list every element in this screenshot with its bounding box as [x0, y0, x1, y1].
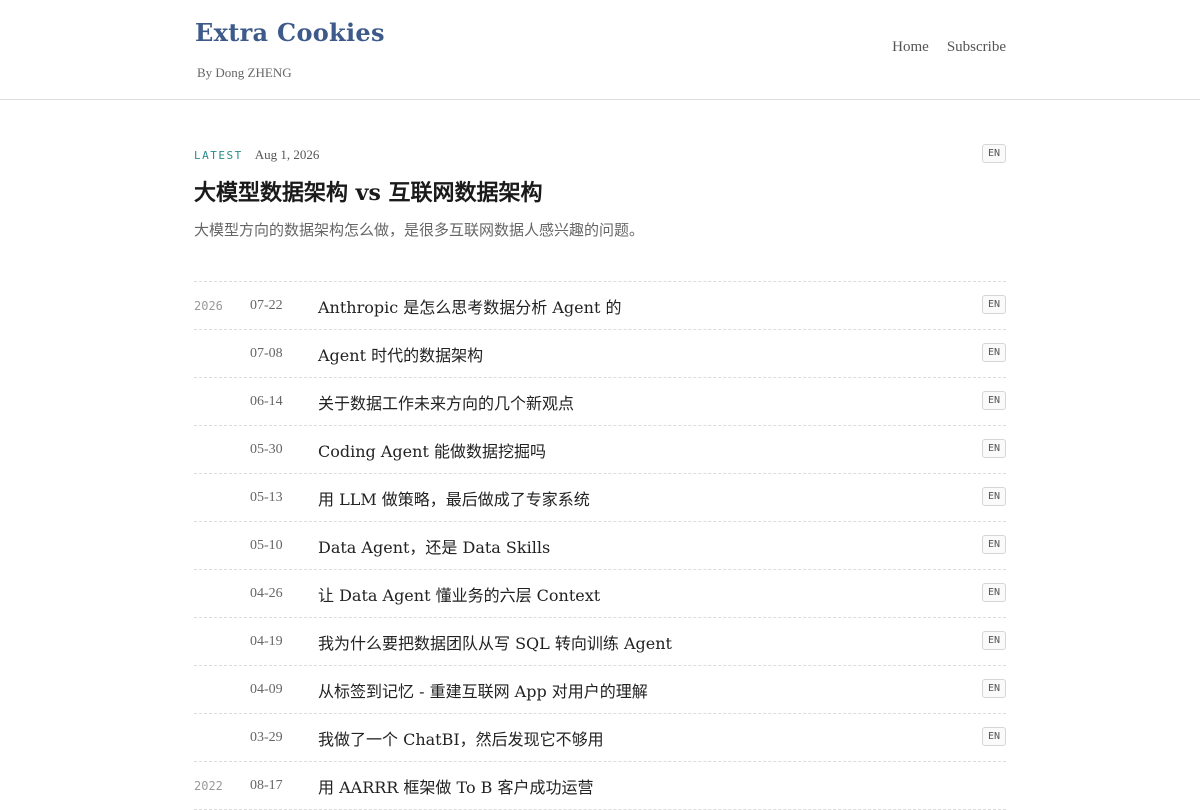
post-date: 05-30: [250, 441, 283, 457]
post-lang-badge[interactable]: EN: [981, 391, 1006, 410]
post-row[interactable]: 05-13 用 LLM 做策略，最后做成了专家系统 EN: [194, 474, 1006, 522]
post-list: 2026 07-22 Anthropic 是怎么思考数据分析 Agent 的 EN 07…: [194, 281, 1006, 810]
featured-date: Aug 1, 2026: [254, 147, 320, 162]
post-title-link[interactable]: Anthropic 是怎么思考数据分析 Agent 的: [318, 294, 621, 318]
post-title-link[interactable]: 让 Data Agent 懂业务的六层 Context: [318, 582, 600, 606]
post-title-link[interactable]: Agent 时代的数据架构: [318, 342, 483, 366]
post-lang-badge[interactable]: EN: [981, 583, 1006, 602]
featured-subtitle: 大模型方向的数据架构怎么做，是很多互联网数据人感兴趣的问题。: [194, 221, 645, 239]
post-title-link[interactable]: Data Agent，还是 Data Skills: [318, 534, 550, 558]
post-year: 2026: [194, 298, 223, 313]
post-date: 05-13: [250, 489, 283, 505]
nav-subscribe-link[interactable]: Subscribe: [947, 39, 1006, 56]
post-date: 08-17: [250, 777, 283, 793]
post-date: 06-14: [250, 393, 283, 409]
post-row[interactable]: 05-30 Coding Agent 能做数据挖掘吗 EN: [194, 426, 1006, 474]
post-lang-badge[interactable]: EN: [981, 295, 1006, 314]
featured-title[interactable]: 大模型数据架构 vs 互联网数据架构: [194, 175, 1006, 207]
post-date: 05-10: [250, 537, 283, 553]
latest-tag: LATEST: [194, 148, 243, 162]
site-title[interactable]: Extra Cookies: [195, 18, 385, 47]
post-title-link[interactable]: 从标签到记忆 - 重建互联网 App 对用户的理解: [318, 678, 648, 702]
post-row[interactable]: 03-29 我做了一个 ChatBI，然后发现它不够用 EN: [194, 714, 1006, 762]
post-title-link[interactable]: 关于数据工作未来方向的几个新观点: [318, 390, 574, 414]
post-title-link[interactable]: 用 LLM 做策略，最后做成了专家系统: [318, 486, 590, 510]
post-lang-badge[interactable]: EN: [981, 439, 1006, 458]
post-row[interactable]: 04-19 我为什么要把数据团队从写 SQL 转向训练 Agent EN: [194, 618, 1006, 666]
featured-meta: LATEST Aug 1, 2026: [194, 144, 1006, 166]
top-nav: Home Subscribe: [892, 39, 1006, 56]
nav-home-link[interactable]: Home: [892, 39, 929, 56]
post-lang-badge[interactable]: EN: [981, 535, 1006, 554]
post-lang-badge[interactable]: EN: [981, 343, 1006, 362]
post-date: 03-29: [250, 729, 283, 745]
site-header: Extra Cookies By Dong ZHENG Home Subscri…: [0, 0, 1200, 100]
post-lang-badge[interactable]: EN: [981, 727, 1006, 746]
post-title-link[interactable]: 我做了一个 ChatBI，然后发现它不够用: [318, 726, 604, 750]
featured-post: LATEST Aug 1, 2026 EN 大模型数据架构 vs 互联网数据架构…: [194, 100, 1006, 281]
post-date: 04-26: [250, 585, 283, 601]
post-year: 2022: [194, 778, 223, 793]
post-date: 04-19: [250, 633, 283, 649]
post-row[interactable]: 05-10 Data Agent，还是 Data Skills EN: [194, 522, 1006, 570]
post-title-link[interactable]: 我为什么要把数据团队从写 SQL 转向训练 Agent: [318, 630, 672, 654]
post-lang-badge[interactable]: EN: [981, 487, 1006, 506]
post-date: 07-22: [250, 297, 283, 313]
main-content: LATEST Aug 1, 2026 EN 大模型数据架构 vs 互联网数据架构…: [194, 100, 1006, 810]
post-row[interactable]: 06-14 关于数据工作未来方向的几个新观点 EN: [194, 378, 1006, 426]
site-byline: By Dong ZHENG: [197, 65, 292, 80]
post-row[interactable]: 07-08 Agent 时代的数据架构 EN: [194, 330, 1006, 378]
post-row[interactable]: 04-26 让 Data Agent 懂业务的六层 Context EN: [194, 570, 1006, 618]
post-lang-badge[interactable]: EN: [981, 679, 1006, 698]
post-row[interactable]: 04-09 从标签到记忆 - 重建互联网 App 对用户的理解 EN: [194, 666, 1006, 714]
post-lang-badge[interactable]: EN: [981, 631, 1006, 650]
post-date: 07-08: [250, 345, 283, 361]
post-date: 04-09: [250, 681, 283, 697]
post-title-link[interactable]: Coding Agent 能做数据挖掘吗: [318, 438, 546, 462]
post-row[interactable]: 2026 07-22 Anthropic 是怎么思考数据分析 Agent 的 EN: [194, 282, 1006, 330]
post-title-link[interactable]: 用 AARRR 框架做 To B 客户成功运营: [318, 774, 594, 798]
post-row[interactable]: 2022 08-17 用 AARRR 框架做 To B 客户成功运营: [194, 762, 1006, 810]
featured-lang-badge[interactable]: EN: [981, 144, 1006, 163]
